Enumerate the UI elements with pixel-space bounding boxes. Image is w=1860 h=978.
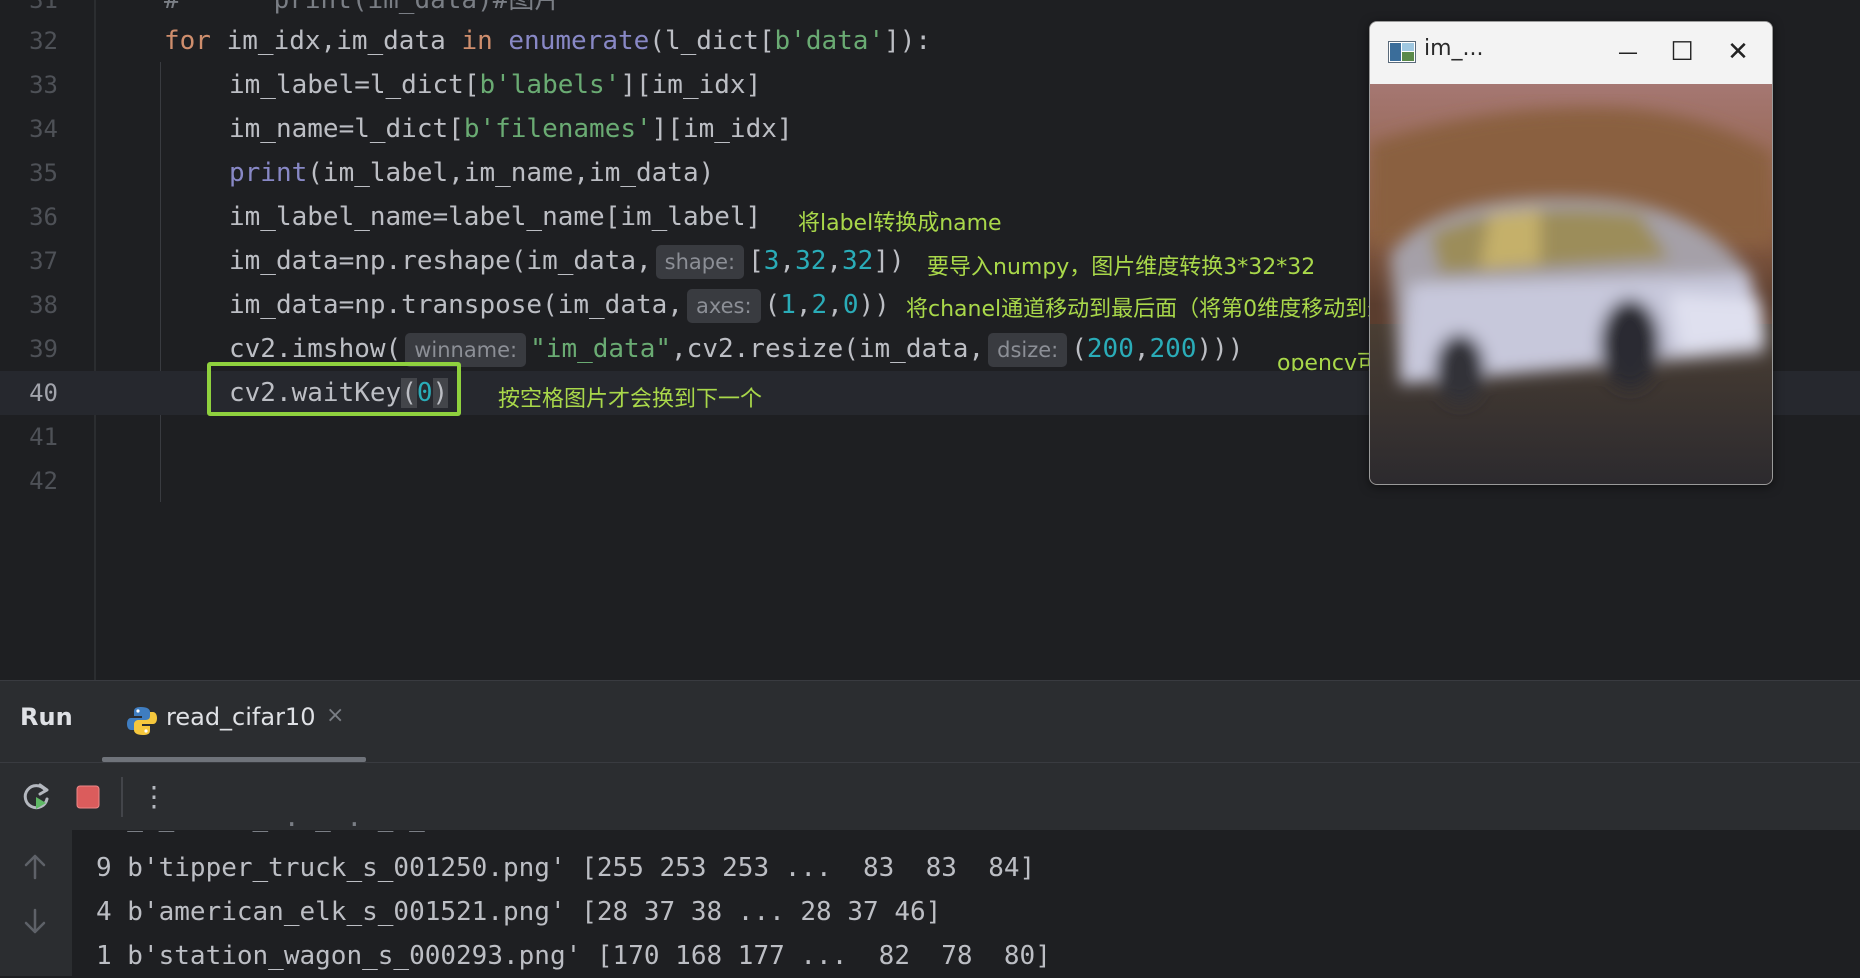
line-number: 40 [29, 379, 58, 407]
run-panel-header: Run read_cifar10 × [0, 680, 1860, 762]
console-output[interactable]: _ _ _ . _ . _ _ 9 b'tipper_truck_s_00125… [0, 803, 1860, 976]
maximize-button[interactable]: ☐ [1658, 28, 1706, 76]
window-titlebar[interactable]: im_... — ☐ ✕ [1370, 22, 1772, 84]
code-text: im_label=l_dict[b'labels'][im_idx] [229, 70, 762, 100]
run-tab-label: read_cifar10 [166, 703, 316, 731]
code-text: for im_idx,im_data in enumerate(l_dict[b… [164, 26, 932, 56]
line-number: 32 [29, 27, 58, 55]
param-hint-dsize: dsize: [988, 332, 1068, 367]
console-gutter [0, 830, 72, 976]
line-number: 35 [29, 159, 58, 187]
console-line: 1 b'station_wagon_s_000293.png' [170 168… [96, 941, 1051, 971]
code-text: im_data=np.transpose(im_data, axes: (1,2,0… [229, 283, 890, 327]
scroll-down-arrow-icon[interactable] [20, 906, 50, 936]
param-hint-shape: shape: [655, 244, 745, 279]
run-tab[interactable]: read_cifar10 × [102, 681, 366, 763]
rerun-icon[interactable] [18, 779, 54, 815]
line-number: 36 [29, 203, 58, 231]
annotation-label-name: 将label转换成name [798, 211, 1002, 236]
line-number: 42 [29, 467, 58, 495]
minimize-button[interactable]: — [1604, 28, 1652, 76]
python-icon [127, 707, 157, 735]
displayed-image [1370, 84, 1772, 484]
window-title: im_... [1424, 36, 1484, 61]
console-line: 9 b'tipper_truck_s_001250.png' [255 253 … [96, 853, 1036, 883]
window-app-icon [1388, 41, 1416, 63]
annotation-reshape: 要导入numpy，图片维度转换3*32*32 [927, 255, 1316, 280]
line-number: 39 [29, 335, 58, 363]
line-number: 33 [29, 71, 58, 99]
code-text: print(im_label,im_name,im_data) [229, 158, 715, 188]
annotation-waitkey: 按空格图片才会换到下一个 [498, 387, 763, 412]
annotation-transpose: 将chanel通道移动到最后面（将第0维度移动到最后） [906, 297, 1434, 322]
close-tab-icon[interactable]: × [326, 703, 344, 728]
line-number: 37 [29, 247, 58, 275]
line-number: 41 [29, 423, 58, 451]
image-window[interactable]: im_... — ☐ ✕ [1369, 21, 1773, 485]
line-number: 38 [29, 291, 58, 319]
close-button[interactable]: ✕ [1714, 28, 1762, 76]
code-text: im_name=l_dict[b'filenames'][im_idx] [229, 114, 793, 144]
scroll-up-arrow-icon[interactable] [20, 852, 50, 882]
code-text: im_data=np.reshape(im_data, shape: [3,32,3… [229, 239, 905, 283]
console-line: 4 b'american_elk_s_001521.png' [28 37 38… [96, 897, 942, 927]
run-panel-title: Run [20, 703, 73, 731]
console-partial-line: _ _ _ . _ . _ _ [96, 803, 425, 833]
param-hint-axes: axes: [686, 288, 761, 323]
line-number: 34 [29, 115, 58, 143]
highlight-box [207, 362, 461, 416]
code-text: im_label_name=label_name[im_label] [229, 202, 762, 232]
